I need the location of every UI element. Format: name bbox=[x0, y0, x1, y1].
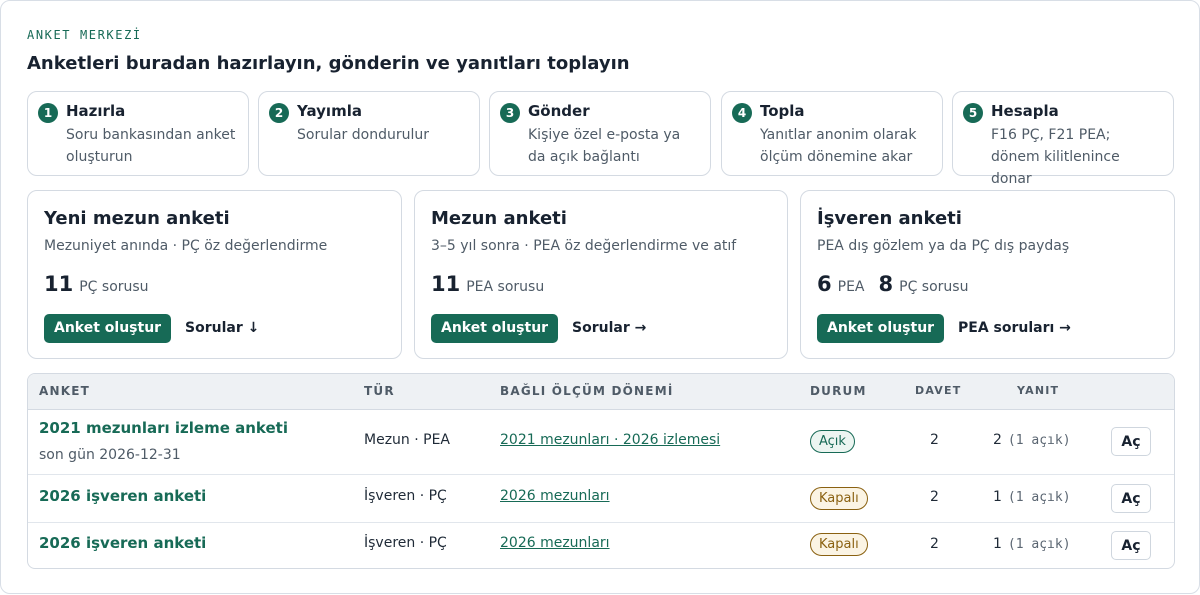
step-number-badge: 5 bbox=[963, 103, 983, 123]
open-survey-button[interactable]: Aç bbox=[1111, 484, 1151, 513]
status-badge: Kapalı bbox=[810, 487, 868, 510]
section-eyebrow: ANKET MERKEZİ bbox=[27, 28, 142, 42]
step-publish: 2 Yayımla Sorular dondurulur bbox=[258, 91, 480, 176]
create-survey-button[interactable]: Anket oluştur bbox=[431, 314, 559, 343]
create-survey-button[interactable]: Anket oluştur bbox=[44, 314, 172, 343]
step-title: Hesapla bbox=[991, 102, 1059, 120]
open-survey-button[interactable]: Aç bbox=[1111, 427, 1151, 456]
invite-count: 2 bbox=[930, 432, 939, 448]
survey-name-link[interactable]: 2026 işveren anketi bbox=[39, 534, 206, 552]
surveys-table: ANKET TÜR BAĞLI ÖLÇÜM DÖNEMİ DURUM DAVET… bbox=[27, 373, 1175, 569]
column-header-type: TÜR bbox=[364, 384, 395, 398]
step-description: Soru bankasından anket oluşturun bbox=[66, 127, 236, 165]
invite-count: 2 bbox=[930, 489, 939, 505]
question-count: 11 bbox=[44, 272, 74, 296]
pea-question-count-label: PEA bbox=[837, 279, 865, 295]
survey-type: Mezun · PEA bbox=[364, 432, 451, 448]
invite-count: 2 bbox=[930, 536, 939, 552]
step-number-badge: 4 bbox=[732, 103, 752, 123]
column-header-period: BAĞLI ÖLÇÜM DÖNEMİ bbox=[500, 384, 674, 398]
card-subtitle: 3–5 yıl sonra · PEA öz değerlendirme ve … bbox=[431, 238, 737, 254]
survey-name-link[interactable]: 2026 işveren anketi bbox=[39, 487, 206, 505]
measurement-period-link[interactable]: 2026 mezunları bbox=[500, 488, 610, 504]
step-number-badge: 1 bbox=[38, 103, 58, 123]
questions-link[interactable]: Sorular → bbox=[572, 314, 646, 343]
step-description: Yanıtlar anonim olarak ölçüm dönemine ak… bbox=[760, 127, 917, 165]
step-prepare: 1 Hazırla Soru bankasından anket oluştur… bbox=[27, 91, 249, 176]
card-employer-survey: İşveren anketi PEA dış gözlem ya da PÇ d… bbox=[800, 190, 1175, 359]
step-description: Sorular dondurulur bbox=[297, 127, 429, 143]
table-header: ANKET TÜR BAĞLI ÖLÇÜM DÖNEMİ DURUM DAVET… bbox=[28, 374, 1174, 410]
response-total: 1 bbox=[993, 489, 1002, 505]
card-title: Mezun anketi bbox=[431, 208, 567, 229]
page-title: Anketleri buradan hazırlayın, gönderin v… bbox=[27, 53, 630, 74]
response-total: 1 bbox=[993, 536, 1002, 552]
card-subtitle: Mezuniyet anında · PÇ öz değerlendirme bbox=[44, 238, 328, 254]
question-count-label: PÇ sorusu bbox=[79, 279, 149, 295]
card-title: İşveren anketi bbox=[817, 208, 962, 229]
open-response-note: (1 açık) bbox=[1007, 490, 1071, 505]
table-row: 2026 işveren anketi İşveren · PÇ 2026 me… bbox=[28, 523, 1174, 568]
status-badge: Kapalı bbox=[810, 533, 868, 556]
response-count: 1 (1 açık) bbox=[993, 536, 1071, 552]
step-send: 3 Gönder Kişiye özel e-posta ya da açık … bbox=[489, 91, 711, 176]
card-new-graduate-survey: Yeni mezun anketi Mezuniyet anında · PÇ … bbox=[27, 190, 402, 359]
survey-type: İşveren · PÇ bbox=[364, 535, 447, 551]
status-badge: Açık bbox=[810, 430, 855, 453]
survey-type: İşveren · PÇ bbox=[364, 488, 447, 504]
response-count: 1 (1 açık) bbox=[993, 489, 1071, 505]
column-header-survey: ANKET bbox=[39, 384, 91, 398]
open-survey-button[interactable]: Aç bbox=[1111, 531, 1151, 560]
card-graduate-survey: Mezun anketi 3–5 yıl sonra · PEA öz değe… bbox=[414, 190, 788, 359]
table-row: 2026 işveren anketi İşveren · PÇ 2026 me… bbox=[28, 475, 1174, 523]
measurement-period-link[interactable]: 2026 mezunları bbox=[500, 535, 610, 551]
card-stats: 11 PEA sorusu bbox=[431, 272, 558, 296]
card-stats: 11 PÇ sorusu bbox=[44, 272, 163, 296]
pc-question-count: 8 bbox=[878, 272, 894, 296]
question-count-label: PEA sorusu bbox=[466, 279, 545, 295]
response-total: 2 bbox=[993, 432, 1002, 448]
step-number-badge: 3 bbox=[500, 103, 520, 123]
card-subtitle: PEA dış gözlem ya da PÇ dış paydaş bbox=[817, 238, 1070, 254]
column-header-invites: DAVET bbox=[915, 384, 962, 397]
step-title: Topla bbox=[760, 102, 805, 120]
column-header-status: DURUM bbox=[810, 384, 867, 398]
step-collect: 4 Topla Yanıtlar anonim olarak ölçüm dön… bbox=[721, 91, 943, 176]
step-title: Gönder bbox=[528, 102, 590, 120]
response-count: 2 (1 açık) bbox=[993, 432, 1071, 448]
create-survey-button[interactable]: Anket oluştur bbox=[817, 314, 945, 343]
card-title: Yeni mezun anketi bbox=[44, 208, 230, 229]
open-response-note: (1 açık) bbox=[1007, 433, 1071, 448]
table-row: 2021 mezunları izleme anketi son gün 202… bbox=[28, 410, 1174, 475]
step-title: Hazırla bbox=[66, 102, 126, 120]
step-calculate: 5 Hesapla F16 PÇ, F21 PEA; dönem kilitle… bbox=[952, 91, 1174, 187]
pc-question-count-label: PÇ sorusu bbox=[899, 279, 969, 295]
question-count: 11 bbox=[431, 272, 461, 296]
pea-questions-link[interactable]: PEA soruları → bbox=[958, 314, 1071, 343]
column-header-responses: YANIT bbox=[1017, 384, 1060, 397]
measurement-period-link[interactable]: 2021 mezunları · 2026 izlemesi bbox=[500, 432, 720, 448]
survey-center-panel: ANKET MERKEZİ Anketleri buradan hazırlay… bbox=[0, 0, 1200, 594]
step-title: Yayımla bbox=[297, 102, 362, 120]
pea-question-count: 6 bbox=[817, 272, 832, 296]
step-number-badge: 2 bbox=[269, 103, 289, 123]
open-response-note: (1 açık) bbox=[1007, 537, 1071, 552]
survey-deadline: son gün 2026-12-31 bbox=[39, 447, 181, 463]
questions-link[interactable]: Sorular ↓ bbox=[185, 314, 259, 343]
step-description: Kişiye özel e-posta ya da açık bağlantı bbox=[528, 127, 681, 165]
card-stats: 6 PEA 8 PÇ sorusu bbox=[817, 272, 982, 296]
survey-name-link[interactable]: 2021 mezunları izleme anketi bbox=[39, 419, 288, 437]
step-description: F16 PÇ, F21 PEA; dönem kilitlenince dona… bbox=[991, 127, 1120, 187]
